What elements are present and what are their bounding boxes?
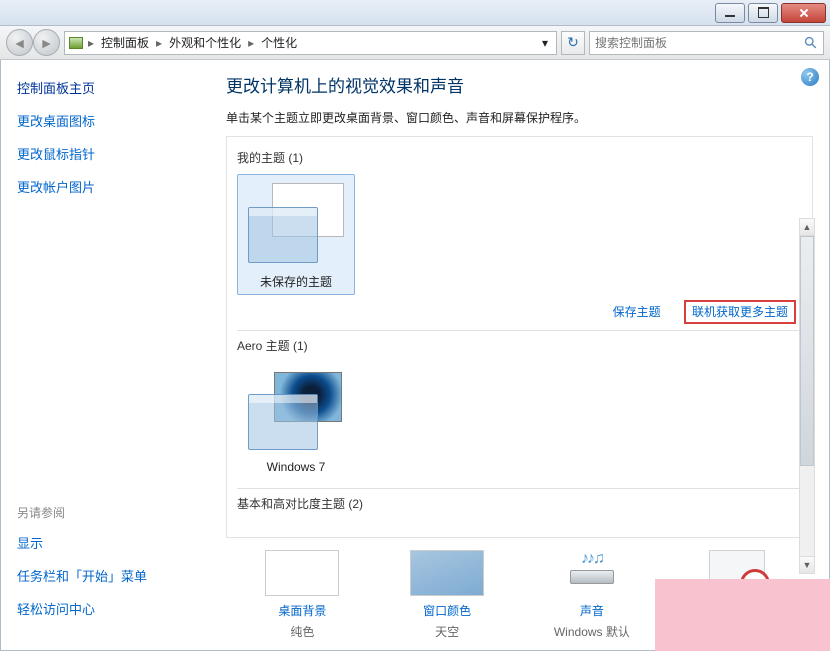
tile-title: 窗口颜色 xyxy=(382,602,512,619)
search-icon: ⚲ xyxy=(800,31,822,53)
page-subtitle: 单击某个主题立即更改桌面背景、窗口颜色、声音和屏幕保护程序。 xyxy=(226,109,813,126)
main-content: ? 更改计算机上的视觉效果和声音 单击某个主题立即更改桌面背景、窗口颜色、声音和… xyxy=(214,60,829,650)
sidebar-link-desktop-icons[interactable]: 更改桌面图标 xyxy=(17,111,198,130)
breadcrumb-dropdown[interactable]: ▾ xyxy=(538,36,552,50)
minimize-button[interactable] xyxy=(715,3,745,23)
tile-desktop-background[interactable]: 桌面背景 纯色 xyxy=(237,550,367,640)
navigation-bar: ◄ ► ▸ 控制面板 ▸ 外观和个性化 ▸ 个性化 ▾ ↻ ⚲ xyxy=(0,26,830,60)
get-more-themes-link[interactable]: 联机获取更多主题 xyxy=(684,300,796,324)
theme-label: Windows 7 xyxy=(267,460,326,474)
close-button[interactable] xyxy=(781,3,826,23)
theme-unsaved[interactable]: 未保存的主题 xyxy=(237,174,355,295)
tile-thumbnail xyxy=(265,550,339,596)
sidebar-footer-ease[interactable]: 轻松访问中心 xyxy=(17,599,198,618)
location-icon xyxy=(69,37,83,49)
scroll-up-button[interactable]: ▲ xyxy=(800,219,814,236)
chevron-right-icon: ▸ xyxy=(245,36,257,50)
chevron-right-icon: ▸ xyxy=(153,36,165,50)
breadcrumb-item[interactable]: 外观和个性化 xyxy=(167,34,243,51)
tile-thumbnail xyxy=(410,550,484,596)
help-icon[interactable]: ? xyxy=(801,68,819,86)
sound-icon: ♪♪♫ xyxy=(555,550,629,596)
sidebar-link-account-picture[interactable]: 更改帐户图片 xyxy=(17,177,198,196)
theme-thumbnail xyxy=(244,179,348,267)
sidebar-footer-taskbar[interactable]: 任务栏和「开始」菜单 xyxy=(17,566,198,585)
theme-label: 未保存的主题 xyxy=(260,275,332,289)
theme-windows7[interactable]: Windows 7 xyxy=(237,362,355,478)
forward-button[interactable]: ► xyxy=(33,29,60,56)
scrollbar-thumb[interactable] xyxy=(800,236,814,466)
save-theme-link[interactable]: 保存主题 xyxy=(613,305,661,319)
tile-subtitle: 纯色 xyxy=(237,623,367,640)
tile-title: 桌面背景 xyxy=(237,602,367,619)
breadcrumb-item[interactable]: 个性化 xyxy=(259,34,299,51)
refresh-button[interactable]: ↻ xyxy=(561,31,585,55)
maximize-button[interactable] xyxy=(748,3,778,23)
tile-title: 声音 xyxy=(527,602,657,619)
sidebar-see-also-label: 另请参阅 xyxy=(17,504,198,521)
sidebar-footer-display[interactable]: 显示 xyxy=(17,533,198,552)
back-button[interactable]: ◄ xyxy=(6,29,33,56)
section-basic-themes: 基本和高对比度主题 (2) xyxy=(237,495,802,512)
themes-panel: 我的主题 (1) 未保存的主题 保存主题 联机获取更多主题 Aero 主题 (1… xyxy=(226,136,813,538)
overlay-watermark xyxy=(655,579,830,651)
tile-sounds[interactable]: ♪♪♫ 声音 Windows 默认 xyxy=(527,550,657,640)
vertical-scrollbar[interactable]: ▲ ▼ xyxy=(799,218,815,574)
chevron-right-icon: ▸ xyxy=(85,36,97,50)
divider xyxy=(237,488,802,489)
sidebar-link-mouse-pointer[interactable]: 更改鼠标指针 xyxy=(17,144,198,163)
breadcrumb-item[interactable]: 控制面板 xyxy=(99,34,151,51)
sidebar-home-link[interactable]: 控制面板主页 xyxy=(17,78,198,97)
window-titlebar xyxy=(0,0,830,26)
search-input[interactable] xyxy=(595,36,818,50)
theme-thumbnail xyxy=(244,366,348,454)
tile-subtitle: 天空 xyxy=(382,623,512,640)
tile-subtitle: Windows 默认 xyxy=(527,623,657,640)
search-box[interactable]: ⚲ xyxy=(589,31,824,55)
breadcrumb-bar[interactable]: ▸ 控制面板 ▸ 外观和个性化 ▸ 个性化 ▾ xyxy=(64,31,557,55)
sidebar: 控制面板主页 更改桌面图标 更改鼠标指针 更改帐户图片 另请参阅 显示 任务栏和… xyxy=(1,60,214,650)
divider xyxy=(237,330,802,331)
section-aero-themes: Aero 主题 (1) xyxy=(237,337,802,354)
section-my-themes: 我的主题 (1) xyxy=(237,149,802,166)
page-title: 更改计算机上的视觉效果和声音 xyxy=(226,72,813,97)
tile-window-color[interactable]: 窗口颜色 天空 xyxy=(382,550,512,640)
scroll-down-button[interactable]: ▼ xyxy=(800,556,814,573)
